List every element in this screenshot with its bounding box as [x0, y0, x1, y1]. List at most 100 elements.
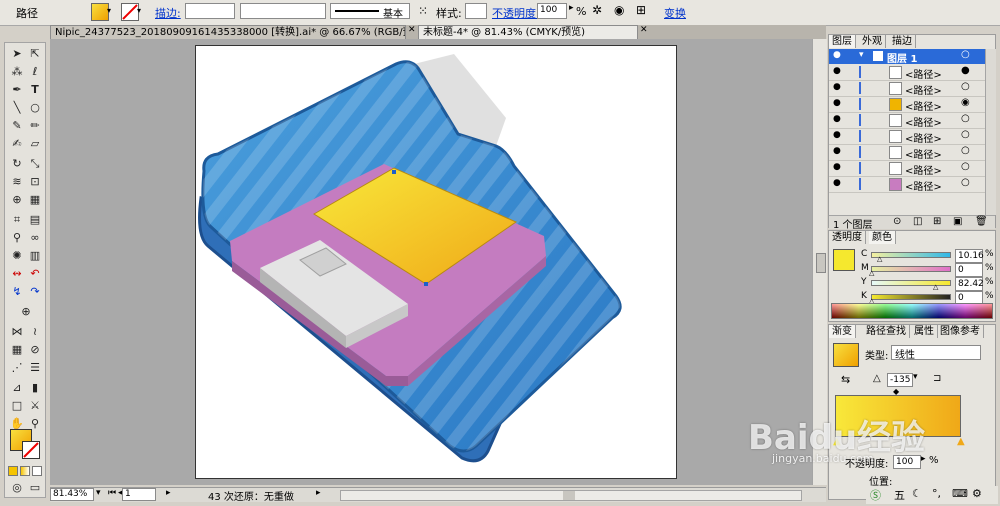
- tab-appearance[interactable]: 外观: [859, 35, 886, 48]
- anchor-point[interactable]: [392, 170, 396, 174]
- page-field[interactable]: 1: [122, 488, 156, 501]
- gradient-thumbnail[interactable]: [833, 343, 859, 367]
- gradient-preview[interactable]: [835, 395, 961, 437]
- tab-gradient[interactable]: 渐变: [829, 325, 856, 338]
- delete-icon[interactable]: 🗑: [975, 216, 988, 227]
- slider-thumb[interactable]: △: [933, 283, 938, 291]
- graphic-style-icon[interactable]: ✲: [592, 3, 602, 17]
- envelope-icon[interactable]: ≀: [27, 325, 43, 339]
- gradient-tool-icon[interactable]: ▤: [27, 213, 43, 227]
- eye-icon[interactable]: ●: [833, 114, 841, 124]
- eye-icon[interactable]: ●: [833, 50, 841, 60]
- free-transform-icon[interactable]: ⊡: [27, 175, 43, 189]
- chevron-right-icon[interactable]: ▸: [921, 454, 926, 464]
- gradient-type-dropdown[interactable]: 线性: [891, 345, 981, 361]
- column-graph-icon[interactable]: ▦: [9, 343, 25, 357]
- zoom-field[interactable]: 81.43%: [50, 488, 94, 501]
- color-mode-icon[interactable]: [8, 466, 18, 476]
- new-layer-icon[interactable]: ▣: [953, 216, 962, 227]
- channel-slider[interactable]: [871, 280, 951, 286]
- floppy-folder-artwork[interactable]: [196, 46, 676, 478]
- gradient-stop-left[interactable]: ▲: [833, 436, 841, 447]
- chevron-down-icon[interactable]: ▾: [96, 488, 101, 498]
- knife-tool-icon[interactable]: ⚔: [27, 399, 43, 413]
- layer-row-layer-1[interactable]: ● ▾ 图层 1 ○: [829, 49, 985, 65]
- graph-tool-icon[interactable]: ▥: [27, 249, 43, 263]
- clipping-mask-icon[interactable]: ◫: [913, 216, 922, 227]
- chevron-down-icon[interactable]: ▾: [107, 3, 116, 19]
- gradient-stop-right[interactable]: ▲: [957, 436, 965, 447]
- ime-mode-icon[interactable]: 五: [894, 487, 905, 503]
- stroke-link[interactable]: 描边:: [155, 5, 181, 21]
- tab-layers[interactable]: 图层: [829, 35, 856, 48]
- eye-icon[interactable]: ●: [833, 98, 841, 108]
- moon-icon[interactable]: ☾: [912, 487, 922, 500]
- eye-icon[interactable]: ●: [833, 146, 841, 156]
- channel-value[interactable]: 10.16: [955, 249, 984, 263]
- scrollbar-thumb[interactable]: [816, 253, 826, 273]
- brush-dropdown[interactable]: 基本: [330, 3, 410, 20]
- channel-slider[interactable]: [871, 294, 951, 300]
- target-icon[interactable]: ○: [961, 81, 970, 92]
- horizontal-scrollbar[interactable]: [340, 490, 802, 501]
- tab-pathfinder[interactable]: 路径查找: [863, 325, 910, 338]
- style-dropdown[interactable]: [465, 3, 487, 19]
- vertical-scrollbar[interactable]: [812, 39, 827, 485]
- magic-wand-icon[interactable]: ⁂: [9, 65, 25, 79]
- draw-normal-icon[interactable]: ◎: [9, 481, 25, 495]
- opacity-link[interactable]: 不透明度:: [492, 5, 540, 21]
- artboard[interactable]: [195, 45, 677, 479]
- variable-width-dropdown[interactable]: [240, 3, 326, 19]
- curvature-tool-icon[interactable]: ↯: [9, 285, 25, 299]
- list-icon[interactable]: ☰: [27, 361, 43, 375]
- slice-tool-icon[interactable]: ⋈: [9, 325, 25, 339]
- target-icon[interactable]: ●: [961, 65, 970, 76]
- selection-tool-icon[interactable]: ➤: [9, 47, 25, 61]
- join-tool-icon[interactable]: ↷: [27, 285, 43, 299]
- tab-transparency[interactable]: 透明度: [829, 231, 866, 244]
- new-sublayer-icon[interactable]: ⊞: [933, 216, 941, 227]
- gradient-mode-icon[interactable]: [20, 466, 30, 476]
- reshape-tool-icon[interactable]: ↶: [27, 267, 43, 281]
- target-icon[interactable]: ○: [961, 145, 970, 156]
- anchor-point[interactable]: [424, 282, 428, 286]
- layer-row-path[interactable]: ● <路径> ◉: [829, 97, 985, 113]
- layers-scrollbar[interactable]: [985, 49, 996, 215]
- symbol-sprayer-icon[interactable]: ✺: [9, 249, 25, 263]
- target-icon[interactable]: ○: [961, 177, 970, 188]
- eraser-icon[interactable]: ▱: [27, 137, 43, 151]
- layer-row-path[interactable]: ● <路径> ○: [829, 113, 985, 129]
- tab-stroke[interactable]: 描边: [889, 35, 916, 48]
- channel-value[interactable]: 0: [955, 263, 983, 277]
- pen-tool-icon[interactable]: ✒: [9, 83, 25, 97]
- chevron-right-icon[interactable]: ▸: [569, 3, 574, 13]
- blob-brush-icon[interactable]: ✍: [9, 137, 25, 151]
- live-paint-icon[interactable]: ⊿: [9, 381, 25, 395]
- ellipse-tool-icon[interactable]: ○: [27, 101, 43, 115]
- rotate-tool-icon[interactable]: ↻: [9, 157, 25, 171]
- layer-row-path[interactable]: ● <路径> ○: [829, 145, 985, 161]
- channel-slider[interactable]: [871, 252, 951, 258]
- settings-icon[interactable]: ⚙: [972, 487, 982, 500]
- transform-grid-icon[interactable]: ⊞: [636, 3, 646, 17]
- direct-selection-tool-icon[interactable]: ⇱: [27, 47, 43, 61]
- keyboard-icon[interactable]: ⌨: [952, 487, 968, 500]
- chevron-down-icon[interactable]: ▾: [137, 3, 146, 19]
- color-fill-swatch[interactable]: [833, 249, 855, 271]
- tab-image-trace[interactable]: 图像参考: [937, 325, 984, 338]
- eye-icon[interactable]: ●: [833, 178, 841, 188]
- eye-icon[interactable]: ●: [833, 162, 841, 172]
- tab-document-1[interactable]: Nipic_24377523_20180909161435338000 [转换]…: [50, 25, 406, 39]
- channel-slider[interactable]: [871, 266, 951, 272]
- width-tool-icon[interactable]: ↭: [9, 267, 25, 281]
- layer-row-path[interactable]: ● <路径> ○: [829, 161, 985, 177]
- target-icon[interactable]: ○: [961, 161, 970, 172]
- eyedropper-icon[interactable]: ⚲: [9, 231, 25, 245]
- layer-row-path[interactable]: ● <路径> ●: [829, 65, 985, 81]
- locate-object-icon[interactable]: ⊙: [893, 216, 901, 227]
- punctuation-icon[interactable]: °,: [932, 487, 941, 500]
- recolor-icon[interactable]: ⁙: [418, 4, 428, 18]
- tab-document-2[interactable]: 未标题-4* @ 81.43% (CMYK/预览): [418, 25, 638, 39]
- crop-marks-icon[interactable]: ⋰: [9, 361, 25, 375]
- tab-attributes[interactable]: 属性: [911, 325, 938, 338]
